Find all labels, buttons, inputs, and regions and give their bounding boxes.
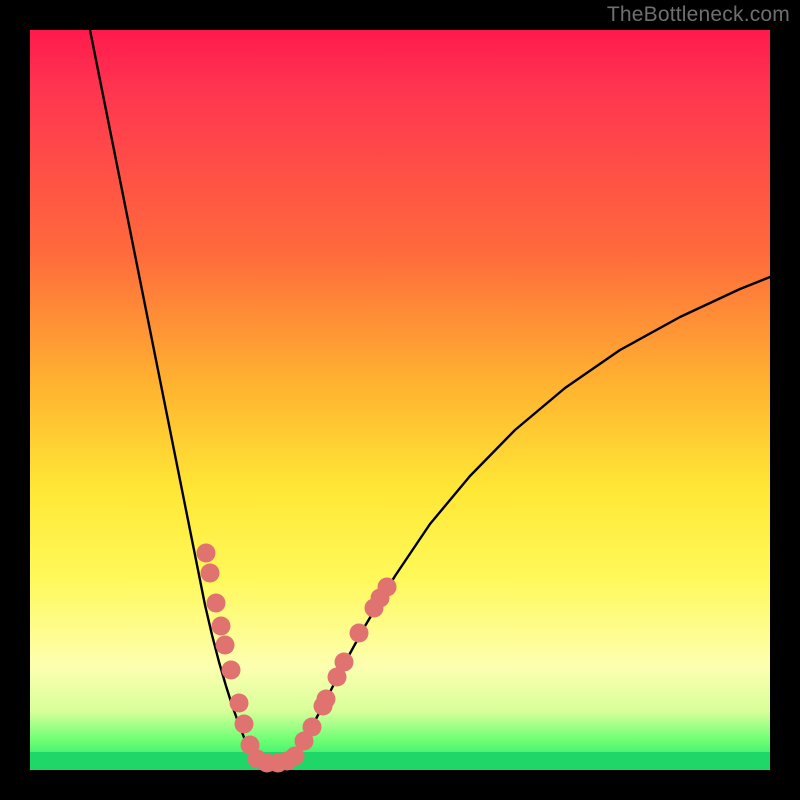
chart-frame: TheBottleneck.com [0,0,800,800]
data-dot [207,594,226,613]
data-dot [335,653,354,672]
data-dot [197,544,216,563]
data-dot [201,564,220,583]
data-dot [317,690,336,709]
data-dot [378,578,397,597]
data-dot [230,694,249,713]
data-dot [350,624,369,643]
data-dots [197,544,397,773]
curve-path [90,30,770,764]
data-dot [212,617,231,636]
data-dot [303,718,322,737]
watermark-text: TheBottleneck.com [607,3,790,27]
data-dot [235,715,254,734]
data-dot [216,636,235,655]
bottleneck-curve [30,30,770,770]
plot-area [30,30,770,770]
data-dot [222,661,241,680]
